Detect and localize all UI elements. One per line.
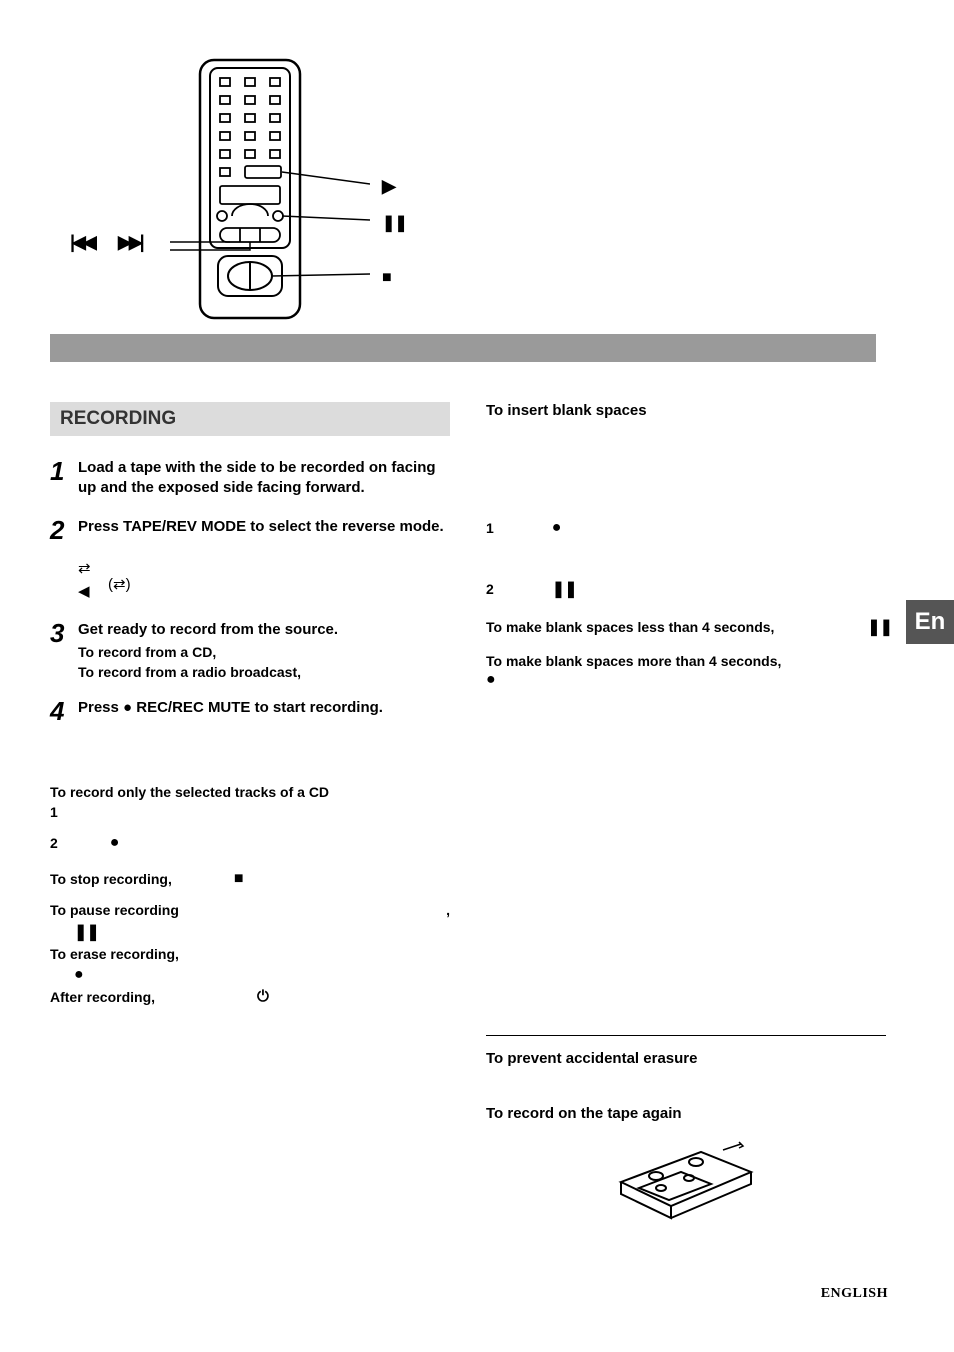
step-text: Get ready to record from the source. (78, 620, 338, 640)
record-icon-line: ● (486, 671, 886, 689)
prevent-erasure-heading: To prevent accidental erasure (486, 1050, 886, 1067)
list-item: 2 ● (50, 834, 450, 852)
record-icon-line: ● (74, 966, 450, 984)
stop-icon: ■ (382, 266, 392, 287)
record-again-heading: To record on the tape again (486, 1105, 886, 1122)
list-item: 1 (50, 804, 450, 820)
step-text: Press TAPE/REV MODE to select the revers… (78, 517, 444, 543)
step-3: 3 Get ready to record from the source. T… (50, 620, 450, 680)
pause-icon: ❚❚ (867, 617, 892, 637)
next-icon: ▶▶| (118, 232, 142, 253)
record-icon: ● (74, 966, 84, 984)
reverse-icon-1: ⇄ (78, 560, 91, 577)
pause-icon: ❚❚ (382, 212, 407, 233)
recording-heading: RECORDING (50, 402, 450, 436)
step-text: Press ● REC/REC MUTE to start recording. (78, 698, 383, 724)
divider-line (486, 1035, 886, 1036)
left-column: RECORDING 1 Load a tape with the side to… (50, 402, 450, 1227)
stop-icon: ■ (234, 870, 244, 888)
record-selected-tracks-heading: To record only the selected tracks of a … (50, 784, 450, 800)
insert-blank-spaces-heading: To insert blank spaces (486, 402, 886, 419)
footer-language: ENGLISH (821, 1286, 888, 1302)
record-icon: ● (110, 834, 120, 852)
step-number: 1 (50, 458, 78, 499)
blank-more-4s-line: To make blank spaces more than 4 seconds… (486, 653, 886, 669)
pause-recording-line: To pause recording , (50, 902, 450, 918)
list-item: 2 ❚❚ (486, 579, 886, 599)
play-icon: ▶ (382, 176, 396, 197)
reverse-mode-icons: ⇄ (⇄) ◀ (78, 561, 450, 601)
step-4: 4 Press ● REC/REC MUTE to start recordin… (50, 698, 450, 724)
step-1: 1 Load a tape with the side to be record… (50, 458, 450, 499)
cassette-illustration (486, 1132, 886, 1227)
right-column: To insert blank spaces 1 ● 2 ❚❚ To make … (486, 402, 886, 1227)
remote-svg (170, 56, 370, 324)
step-sub: To record from a radio broadcast, (78, 664, 338, 680)
remote-control-diagram: |◀◀ ▶▶| ▶ ❚❚ ■ (70, 56, 550, 326)
pause-icon-line: ❚❚ (74, 922, 450, 942)
power-icon: ⏻ (257, 988, 269, 1005)
step-number: 3 (50, 620, 78, 680)
record-icon: ● (552, 519, 562, 537)
stop-recording-line: To stop recording, ■ (50, 870, 450, 888)
pause-icon: ❚❚ (74, 922, 99, 942)
section-divider-bar (50, 334, 876, 362)
after-recording-line: After recording, ⏻ (50, 988, 450, 1005)
step-text: Load a tape with the side to be recorded… (78, 458, 450, 499)
record-icon: ● (486, 671, 496, 689)
step-2: 2 Press TAPE/REV MODE to select the reve… (50, 517, 450, 543)
pause-icon: ❚❚ (552, 579, 577, 599)
reverse-icon-3: ◀ (78, 583, 90, 600)
step-number: 4 (50, 698, 78, 724)
language-tab: En (906, 600, 954, 644)
step-number: 2 (50, 517, 78, 543)
list-item: 1 ● (486, 519, 886, 537)
erase-recording-line: To erase recording, (50, 946, 450, 962)
blank-less-4s-line: To make blank spaces less than 4 seconds… (486, 617, 886, 637)
step-sub: To record from a CD, (78, 644, 338, 660)
reverse-icon-2: (⇄) (108, 577, 131, 594)
prev-icon: |◀◀ (70, 232, 94, 253)
